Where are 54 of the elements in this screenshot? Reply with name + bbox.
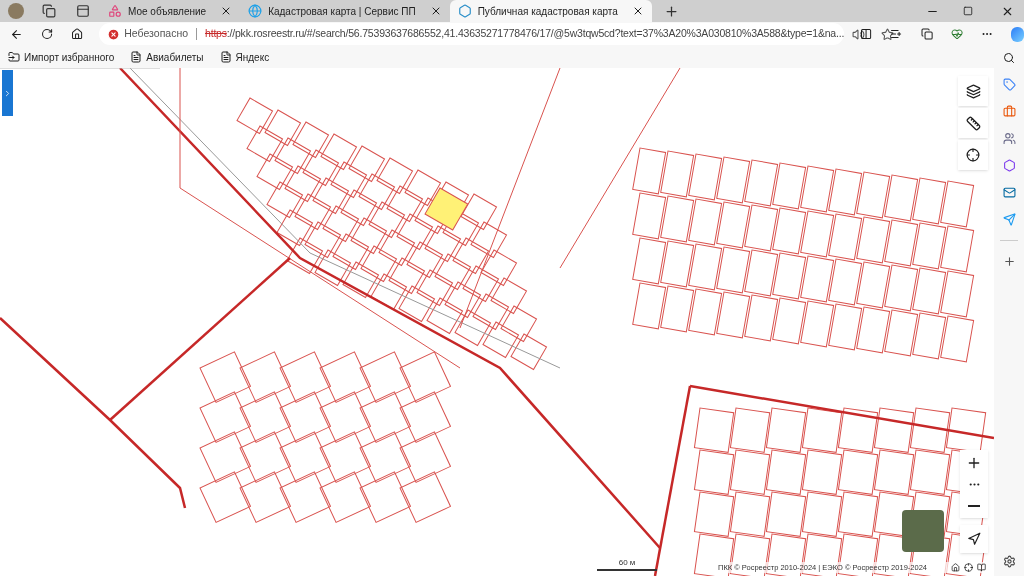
satellite-thumbnail[interactable] [902,510,944,552]
side-panel-toggle[interactable] [2,70,13,116]
read-aloud-icon[interactable] [852,27,866,41]
layers-icon [965,83,981,99]
crosshair-icon[interactable] [964,562,973,572]
settings-icon[interactable] [1002,555,1016,568]
tab-title: Кадастровая карта | Сервис ПП [268,4,416,19]
scale-bar [597,569,657,571]
add-icon[interactable] [1002,255,1016,268]
search-icon[interactable] [1003,52,1015,64]
split-screen-icon[interactable] [860,27,873,41]
ruler-icon [965,115,981,131]
send-icon[interactable] [1002,213,1016,226]
workspaces-icon[interactable] [42,4,56,18]
compass-button[interactable] [960,525,988,553]
globe-icon [248,4,263,18]
import-icon [8,51,20,63]
scale-label: 60 м [618,557,636,569]
page-icon [219,51,232,63]
favorites-icon[interactable] [890,27,903,41]
favorite-star-icon[interactable] [881,27,895,41]
site-logo-icon [457,4,472,18]
home-icon[interactable] [71,27,84,41]
tab-title: Публичная кадастровая карта [477,4,618,19]
health-icon[interactable] [950,27,963,41]
home-icon[interactable] [951,562,960,572]
mail-icon[interactable] [1002,186,1016,199]
security-label: Небезопасно [124,26,189,42]
people-icon[interactable] [1002,132,1016,145]
url-text: https://pkk.rosreestr.ru/#/search/56.75393637686552,41.43635271778476/17/@5w3tqw5cd?text=37%3A20%3A030810%3A588&type=1&na... [205,26,845,42]
browser-tab[interactable]: Мое объявление [100,0,241,22]
bookmark-item[interactable]: Авиабилеты [130,49,204,65]
chevron-right-icon [3,88,12,98]
collections-icon[interactable] [920,27,933,41]
bookmark-item[interactable]: Импорт избранного [8,49,115,65]
tag-icon[interactable] [1002,78,1016,91]
page-icon [130,51,143,63]
warning-icon [107,27,121,41]
tab-actions-icon[interactable] [76,4,90,18]
browser-tab[interactable]: Кадастровая карта | Сервис ПП [240,0,450,22]
book-icon[interactable] [977,562,986,572]
new-tab-icon[interactable] [663,3,679,19]
reload-icon[interactable] [41,27,54,41]
profile-avatar[interactable] [8,3,24,19]
crosshair-icon [966,148,980,162]
tab-title: Мое объявление [128,4,207,19]
ruler-button[interactable] [958,108,988,138]
toolbox-icon[interactable] [1002,105,1016,118]
minus-icon [968,504,980,507]
bookmark-item[interactable]: Яндекс [219,49,270,65]
browser-tab[interactable]: Публичная кадастровая карта [449,0,652,22]
layers-button[interactable] [958,76,988,106]
restore-icon[interactable] [963,6,973,16]
locate-button[interactable] [958,140,988,170]
